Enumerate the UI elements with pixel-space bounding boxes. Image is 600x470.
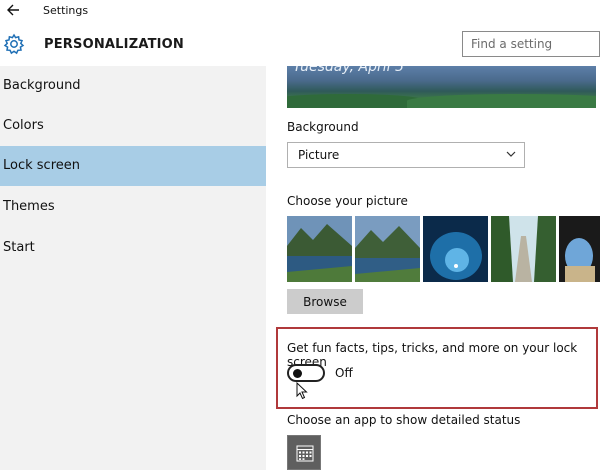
preview-date: Tuesday, April 5 [293, 66, 404, 75]
title-bar: Settings [0, 0, 600, 22]
gear-icon [3, 33, 25, 55]
page-title: PERSONALIZATION [44, 37, 185, 52]
toggle-knob [293, 369, 302, 378]
search-input[interactable] [462, 31, 600, 57]
preview-hill [407, 94, 596, 108]
sidebar-item-label: Lock screen [3, 158, 80, 173]
chevron-down-icon [506, 151, 516, 157]
detailed-status-app-button[interactable] [287, 435, 321, 470]
fun-facts-state: Off [335, 366, 353, 380]
preview-hill [287, 94, 427, 108]
detailed-status-label: Choose an app to show detailed status [287, 413, 521, 427]
window-title: Settings [43, 4, 89, 17]
sidebar-item-colors[interactable]: Colors [0, 106, 266, 146]
picture-thumbnails [287, 216, 600, 282]
sidebar-item-start[interactable]: Start [0, 228, 266, 268]
lock-screen-preview: Tuesday, April 5 [287, 66, 596, 108]
picture-thumbnail-boardwalk[interactable] [491, 216, 556, 282]
sidebar-item-label: Colors [3, 118, 44, 133]
back-arrow-icon[interactable] [7, 1, 23, 19]
choose-picture-label: Choose your picture [287, 194, 408, 208]
page-header: PERSONALIZATION [0, 22, 600, 66]
sidebar-item-label: Start [3, 240, 35, 255]
sidebar-item-label: Themes [3, 199, 55, 214]
sidebar: Background Colors Lock screen Themes Sta… [0, 66, 266, 470]
fun-facts-label: Get fun facts, tips, tricks, and more on… [287, 341, 578, 369]
background-label: Background [287, 120, 359, 134]
picture-thumbnail-beach-arch[interactable] [559, 216, 600, 282]
browse-button[interactable]: Browse [287, 289, 363, 314]
picture-thumbnail-lake-1[interactable] [287, 216, 352, 282]
sidebar-item-themes[interactable]: Themes [0, 187, 266, 227]
background-dropdown[interactable]: Picture [287, 142, 525, 168]
picture-thumbnail-lake-2[interactable] [355, 216, 420, 282]
calendar-icon [296, 445, 314, 462]
mouse-cursor-icon [296, 382, 308, 400]
sidebar-item-label: Background [3, 78, 81, 93]
sidebar-item-background[interactable]: Background [0, 66, 266, 106]
fun-facts-toggle[interactable] [287, 364, 325, 382]
picture-thumbnail-ice-cave[interactable] [423, 216, 488, 282]
sidebar-item-lock-screen[interactable]: Lock screen [0, 146, 266, 186]
background-dropdown-value: Picture [298, 148, 340, 162]
